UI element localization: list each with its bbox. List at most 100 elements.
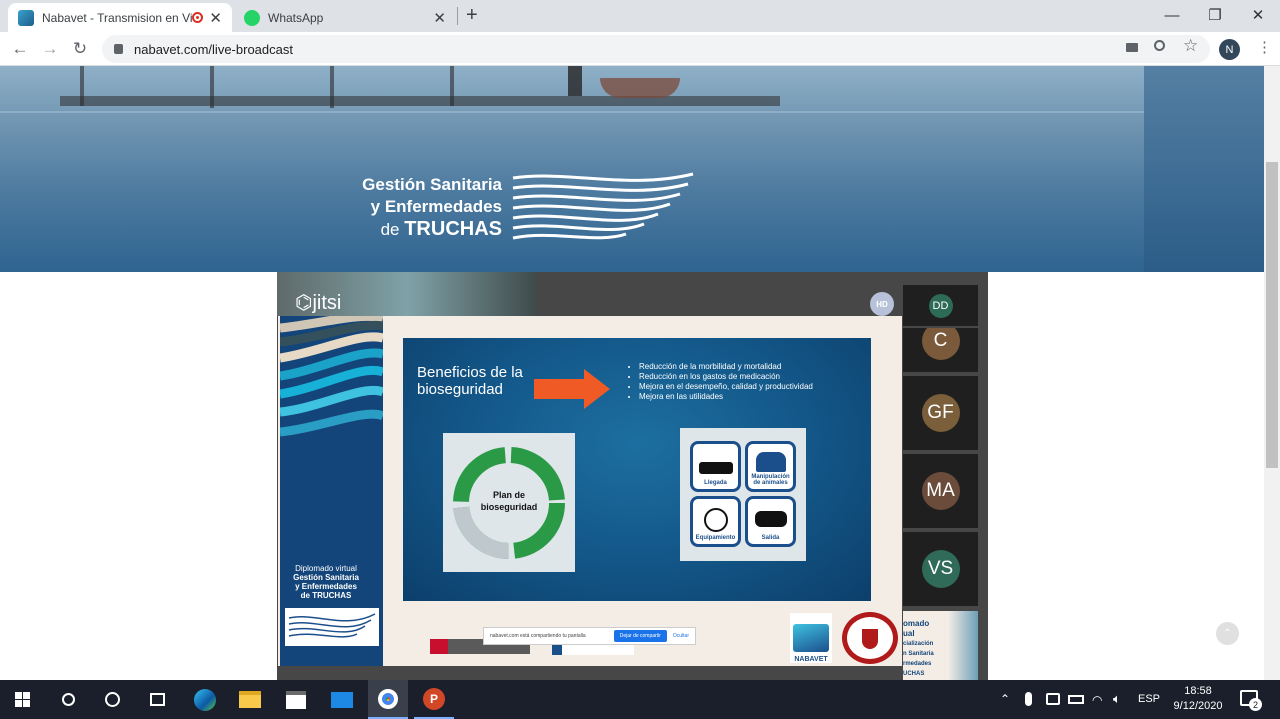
side-title-line: y Enfermedades bbox=[295, 582, 357, 591]
file-explorer-icon[interactable] bbox=[230, 680, 270, 719]
net-icon: Equipamiento bbox=[690, 496, 741, 547]
meet-now-icon[interactable] bbox=[1046, 693, 1060, 705]
banner-title: Gestión Sanitaria y Enfermedades de TRUC… bbox=[356, 174, 502, 241]
bullet-item: Mejora en el desempeño, calidad y produc… bbox=[639, 382, 857, 392]
chrome-taskbar-button[interactable] bbox=[368, 680, 408, 719]
participant-tile[interactable]: GF bbox=[903, 376, 978, 450]
tab-whatsapp[interactable]: WhatsApp ✕ bbox=[234, 3, 456, 32]
participant-avatar: GF bbox=[921, 394, 960, 432]
participant-avatar: VS bbox=[921, 550, 960, 588]
slide-title: Beneficios de la bioseguridad bbox=[417, 364, 523, 398]
participant-tile-screen[interactable]: omado ual cialización n Sanitaria rmedad… bbox=[903, 611, 978, 680]
show-hidden-icons[interactable]: ⌃ bbox=[1000, 692, 1010, 706]
tab-title: Nabavet - Transmision en Vi bbox=[42, 10, 193, 25]
profile-avatar[interactable]: N bbox=[1219, 39, 1240, 60]
store-icon[interactable] bbox=[276, 680, 316, 719]
windows-taskbar: P ⌃ ◠ 🔈︎ ESP 18:58 9/12/2020 2 bbox=[0, 680, 1280, 719]
mail-icon[interactable] bbox=[322, 680, 362, 719]
arrow-icon bbox=[534, 369, 610, 409]
icon-label: Manipulación de animales bbox=[751, 474, 790, 486]
side-title-line: Gestión Sanitaria bbox=[293, 573, 359, 582]
powerpoint-icon[interactable]: P bbox=[414, 680, 454, 719]
preview-line: UCHAS bbox=[903, 671, 925, 677]
biosecurity-icons-grid: Llegada Manipulación de animales Equipam… bbox=[680, 428, 806, 561]
reload-button[interactable]: ↻ bbox=[69, 38, 91, 60]
back-button[interactable]: ← bbox=[9, 38, 31, 60]
volume-icon[interactable]: 🔈︎ bbox=[1113, 691, 1121, 707]
stop-sharing-button[interactable]: Dejar de compartir bbox=[613, 630, 667, 642]
tab-nabavet[interactable]: Nabavet - Transmision en Vi ✕ bbox=[8, 3, 232, 32]
zoom-icon[interactable] bbox=[1154, 40, 1165, 51]
forward-button[interactable]: → bbox=[39, 38, 61, 60]
bullet-item: Reducción en los gastos de medicación bbox=[639, 372, 857, 382]
whatsapp-icon bbox=[244, 9, 260, 26]
handshake-icon: Salida bbox=[745, 496, 796, 547]
scrollbar-thumb[interactable] bbox=[1266, 162, 1278, 468]
microphone-icon[interactable] bbox=[1025, 692, 1032, 706]
slide-title-line: bioseguridad bbox=[417, 381, 503, 398]
tab-strip: Nabavet - Transmision en Vi ✕ WhatsApp ✕… bbox=[0, 0, 1280, 32]
participant-tile[interactable]: MA bbox=[903, 454, 978, 528]
tab-title: WhatsApp bbox=[268, 10, 324, 25]
waves-logo-icon bbox=[512, 172, 694, 240]
clock[interactable]: 18:58 9/12/2020 bbox=[1168, 684, 1228, 714]
jitsi-logo-text: jitsi bbox=[312, 292, 342, 314]
restore-button[interactable]: ❐ bbox=[1193, 0, 1237, 30]
language-indicator[interactable]: ESP bbox=[1138, 693, 1160, 705]
cycle-center-line: bioseguridad bbox=[480, 502, 538, 512]
search-icon[interactable] bbox=[48, 680, 88, 719]
cycle-center-label: Plan de bioseguridad bbox=[473, 489, 545, 513]
close-tab-icon[interactable]: ✕ bbox=[433, 9, 446, 27]
hd-badge[interactable]: HD bbox=[870, 292, 894, 316]
address-bar[interactable]: nabavet.com/live-broadcast bbox=[102, 35, 1210, 63]
minimize-button[interactable]: — bbox=[1150, 0, 1194, 30]
banner-line1: Gestión Sanitaria bbox=[362, 175, 502, 194]
nabavet-logo-text: NABAVET bbox=[794, 656, 828, 663]
participant-avatar: MA bbox=[921, 472, 960, 510]
participant-tile[interactable]: C bbox=[903, 328, 978, 372]
preview-line: cialización bbox=[903, 641, 934, 647]
new-tab-button[interactable]: + bbox=[466, 4, 478, 27]
banner-line3-prefix: de bbox=[380, 220, 400, 239]
nabavet-logo: NABAVET bbox=[790, 613, 832, 663]
jitsi-logo: ⌬jitsi bbox=[295, 292, 342, 314]
slide-bullets: Reducción de la morbilidad y mortalidad … bbox=[629, 362, 857, 402]
menu-icon[interactable]: ⋮ bbox=[1257, 38, 1272, 56]
back-to-top-button[interactable]: ⌃ bbox=[1216, 622, 1239, 645]
bookmark-star-icon[interactable]: ☆ bbox=[1183, 36, 1198, 56]
preview-line: ual bbox=[903, 629, 915, 638]
clock-date: 9/12/2020 bbox=[1173, 700, 1223, 712]
slide-side-logo bbox=[285, 608, 379, 646]
hide-share-bar-button[interactable]: Ocultar bbox=[667, 633, 695, 639]
url-text: nabavet.com/live-broadcast bbox=[134, 41, 293, 57]
colegio-medico-veterinario-seal bbox=[842, 612, 898, 664]
edge-icon[interactable] bbox=[185, 680, 225, 719]
hero-banner: Gestión Sanitaria y Enfermedades de TRUC… bbox=[0, 66, 1144, 272]
close-tab-icon[interactable]: ✕ bbox=[209, 9, 222, 27]
biosecurity-cycle-diagram: Plan de bioseguridad bbox=[443, 433, 575, 572]
nabavet-favicon-icon bbox=[18, 9, 34, 26]
camera-in-use-icon[interactable] bbox=[1126, 43, 1138, 52]
cortana-icon[interactable] bbox=[92, 680, 132, 719]
preview-line: rmedades bbox=[903, 661, 932, 667]
bullet-item: Mejora en las utilidades bbox=[639, 392, 857, 402]
slide-title-line: Beneficios de la bbox=[417, 364, 523, 381]
close-window-button[interactable]: ✕ bbox=[1236, 0, 1280, 30]
battery-icon[interactable] bbox=[1068, 695, 1084, 704]
banner-side-photo bbox=[1144, 66, 1264, 272]
slide-side-band: Diplomado virtual Gestión Sanitaria y En… bbox=[280, 316, 383, 666]
slide-side-title: Diplomado virtual Gestión Sanitaria y En… bbox=[285, 564, 367, 600]
notification-count-badge: 2 bbox=[1249, 698, 1262, 711]
preview-line: n Sanitaria bbox=[903, 651, 934, 657]
cycle-center-line: Plan de bbox=[492, 490, 525, 500]
participant-tile[interactable]: VS bbox=[903, 532, 978, 606]
browser-toolbar: ← → ↻ nabavet.com/live-broadcast ☆ N ⋮ bbox=[0, 32, 1280, 66]
wifi-icon[interactable]: ◠ bbox=[1092, 693, 1102, 707]
gloves-icon: Manipulación de animales bbox=[745, 441, 796, 492]
task-view-icon[interactable] bbox=[137, 680, 177, 719]
icon-label: Equipamiento bbox=[695, 535, 736, 541]
start-button[interactable] bbox=[2, 680, 42, 719]
participant-avatar: DD bbox=[928, 293, 953, 318]
banner-line2: y Enfermedades bbox=[370, 197, 502, 216]
participant-tile[interactable]: DD bbox=[903, 285, 978, 326]
